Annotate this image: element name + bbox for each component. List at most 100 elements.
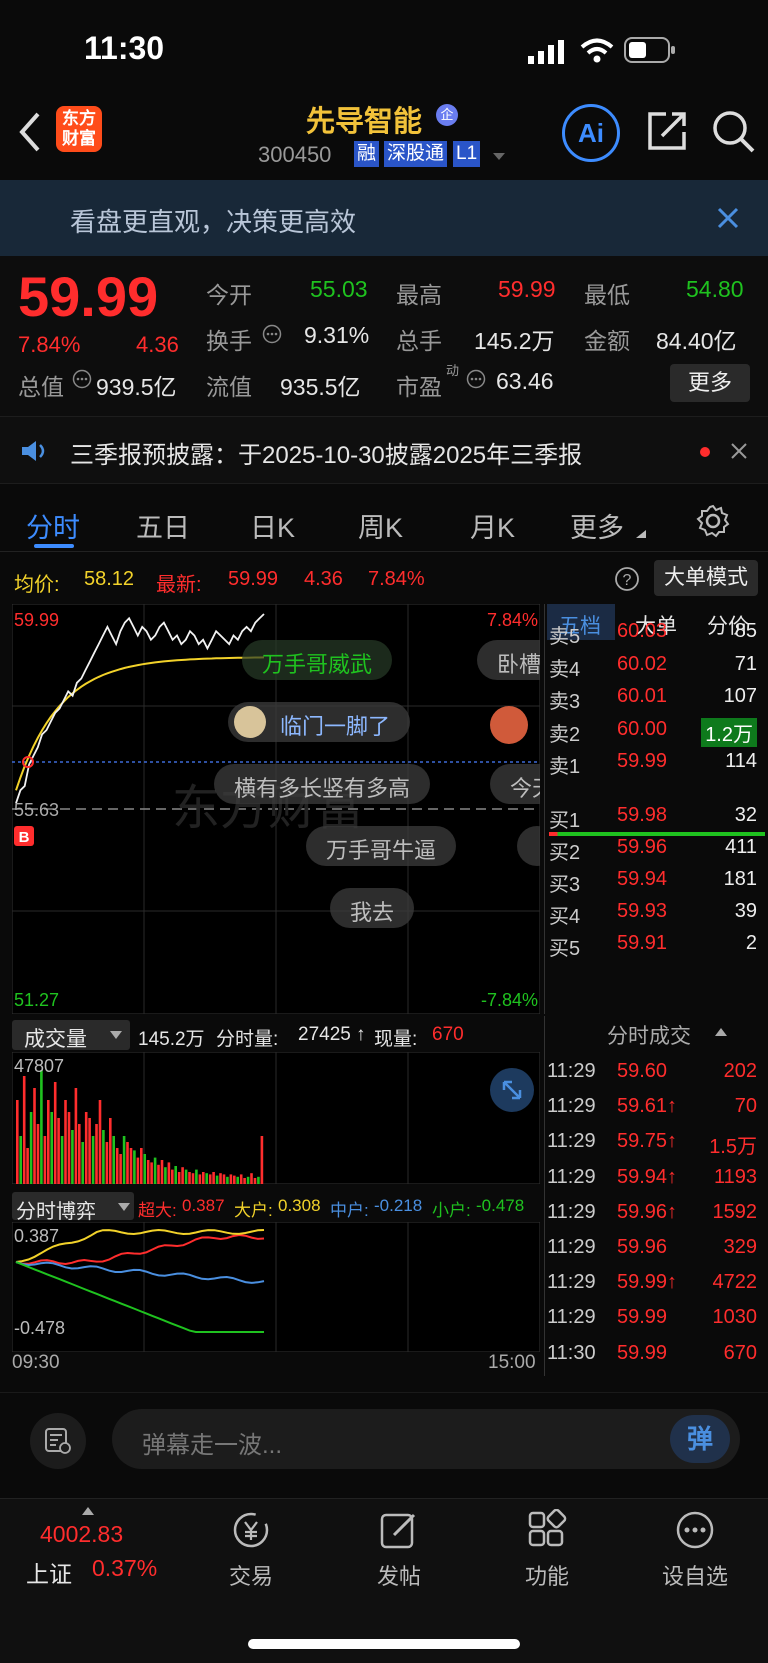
bid-level-row[interactable]: 买5 59.91 2 xyxy=(545,928,761,960)
level-volume: 85 xyxy=(734,620,757,642)
level-label: 买4 xyxy=(549,906,581,928)
back-icon[interactable] xyxy=(18,112,42,152)
bid-level-row[interactable]: 买1 59.98 32 xyxy=(545,800,761,832)
trade-time: 11:29 xyxy=(547,1271,596,1294)
index-value[interactable]: 4002.83 xyxy=(40,1521,123,1548)
flow-y-top: 0.387 xyxy=(14,1226,59,1246)
volume-bar xyxy=(71,1130,74,1184)
nav-trade[interactable]: 交易 xyxy=(196,1509,306,1591)
flow-selector[interactable]: 分时博弈 xyxy=(12,1192,134,1223)
ask-level-row[interactable]: 卖3 60.01 107 xyxy=(545,681,761,713)
nav-watchlist[interactable]: 设自选 xyxy=(640,1509,750,1591)
stock-header: 东方财富 先导智能 企 300450 融 深股通 L1 Ai xyxy=(0,96,768,180)
settings-gear-icon[interactable] xyxy=(696,504,730,538)
level-label: 卖1 xyxy=(549,756,581,778)
volume-bar xyxy=(150,1162,153,1184)
level-volume: 32 xyxy=(734,804,757,826)
volume-max-label: 47807 xyxy=(14,1056,64,1076)
open-value: 55.03 xyxy=(310,276,368,302)
ai-button[interactable]: Ai xyxy=(562,104,620,162)
nav-post[interactable]: 发帖 xyxy=(344,1509,454,1591)
volume-bar xyxy=(88,1118,91,1184)
tab-five-day[interactable]: 五日 xyxy=(136,506,190,545)
tab-monthly-k[interactable]: 月K xyxy=(470,506,515,545)
danmaku-bubble[interactable]: 万手哥牛逼 xyxy=(306,826,457,866)
level-label: 卖2 xyxy=(549,723,581,746)
app-logo[interactable]: 东方财富 xyxy=(56,106,102,152)
tab-daily-k[interactable]: 日K xyxy=(250,506,295,545)
share-icon[interactable] xyxy=(646,110,688,152)
current-volume-label: 现量: xyxy=(374,1029,418,1050)
volume-bar xyxy=(171,1169,174,1184)
bid-level-row[interactable]: 买4 59.93 39 xyxy=(545,896,761,928)
banner-text: 看盘更直观，决策更高效 xyxy=(70,207,357,237)
low-label: 最低 xyxy=(584,282,630,308)
danmaku-bubble[interactable] xyxy=(517,826,540,866)
volume-bar xyxy=(126,1142,129,1184)
nav-functions[interactable]: 功能 xyxy=(492,1509,602,1591)
search-icon[interactable] xyxy=(712,110,756,154)
trade-row: 11:29 59.96↑ 1592 xyxy=(545,1195,761,1231)
volume-selector[interactable]: 成交量 xyxy=(12,1020,130,1051)
avatar xyxy=(234,706,266,738)
volume-bar xyxy=(236,1176,239,1184)
speaker-icon xyxy=(22,441,45,461)
volume-bar xyxy=(181,1167,184,1184)
trade-time: 11:29 xyxy=(547,1095,596,1118)
ask-level-row[interactable]: 卖1 59.99 114 xyxy=(545,746,761,778)
bid-level-row[interactable]: 买2 59.96 411 xyxy=(545,832,761,864)
volume-bar xyxy=(98,1100,102,1184)
tab-weekly-k[interactable]: 周K xyxy=(358,506,403,545)
announcement-bar[interactable]: 三季报预披露：于2025-10-30披露2025年三季报 xyxy=(0,416,768,484)
avg-price: 58.12 xyxy=(84,568,135,590)
volume-bar xyxy=(140,1148,143,1184)
bottom-nav: 4002.83 上证 0.37% 交易 发帖 功能 设自选 xyxy=(0,1498,768,1663)
close-icon[interactable] xyxy=(716,206,740,230)
level-volume: 2 xyxy=(745,932,757,954)
trade-price: 59.96↑ xyxy=(617,1200,678,1223)
volume-chart[interactable]: 47807 xyxy=(12,1052,540,1184)
danmaku-toggle[interactable] xyxy=(30,1413,86,1469)
big-order-mode-button[interactable]: 大单模式 xyxy=(654,560,758,596)
volume-bar xyxy=(64,1100,67,1184)
tab-more[interactable]: 更多 xyxy=(570,506,624,545)
more-button[interactable]: 更多 xyxy=(670,364,750,402)
app-root: 11:30 东方财富 先导智能 企 300450 融 深股通 L1 Ai 看盘更… xyxy=(0,0,768,1663)
level-volume: 107 xyxy=(723,685,757,707)
danmaku-bubble[interactable]: 万手哥威武 xyxy=(242,640,393,680)
volume-bar xyxy=(188,1172,191,1184)
info-icon[interactable] xyxy=(72,369,92,389)
super-label: 超大: xyxy=(138,1201,177,1220)
info-icon[interactable] xyxy=(466,369,486,389)
danmaku-bubble[interactable]: 今天 xyxy=(490,764,540,804)
ask-level-row[interactable]: 卖5 60.03 85 xyxy=(545,616,761,648)
capital-flow-chart[interactable]: 0.387 -0.478 xyxy=(12,1222,540,1352)
volume-bar xyxy=(84,1112,88,1184)
volume-bar xyxy=(205,1173,208,1184)
mid-value: -0.218 xyxy=(374,1196,423,1215)
tab-intraday[interactable]: 分时 xyxy=(26,506,80,545)
comment-input[interactable]: 弹幕走一波... 弹 xyxy=(112,1409,740,1469)
small-value: -0.478 xyxy=(476,1196,525,1215)
index-percent[interactable]: 0.37% xyxy=(92,1555,157,1582)
volume-bar xyxy=(81,1142,84,1184)
help-icon[interactable]: ? xyxy=(614,566,640,592)
danmaku-bubble[interactable]: 我去 xyxy=(330,888,415,928)
caret-up-icon[interactable] xyxy=(715,1028,727,1036)
bid-level-row[interactable]: 买3 59.94 181 xyxy=(545,864,761,896)
info-icon[interactable] xyxy=(262,324,282,344)
chevron-down-icon[interactable] xyxy=(492,152,506,162)
ask-level-row[interactable]: 卖4 60.02 71 xyxy=(545,649,761,681)
chart-info-row: 均价: 58.12 最新: 59.99 4.36 7.84% ? 大单模式 xyxy=(0,556,768,600)
promo-banner[interactable]: 看盘更直观，决策更高效 xyxy=(0,180,768,256)
danmaku-bubble[interactable]: 横有多长竖有多高 xyxy=(214,764,431,804)
index-name[interactable]: 上证 xyxy=(26,1555,72,1589)
turnover-value: 9.31% xyxy=(304,322,370,348)
send-danmaku-button[interactable]: 弹 xyxy=(670,1415,730,1463)
close-icon[interactable] xyxy=(730,442,748,460)
latest-percent: 7.84% xyxy=(368,568,425,590)
trade-row: 11:29 59.60 202 xyxy=(545,1054,761,1090)
pe-label: 市盈 xyxy=(396,374,442,400)
danmaku-bubble[interactable]: 卧槽 xyxy=(477,640,540,680)
ask-level-row[interactable]: 卖2 60.00 1.2万 xyxy=(545,714,761,747)
